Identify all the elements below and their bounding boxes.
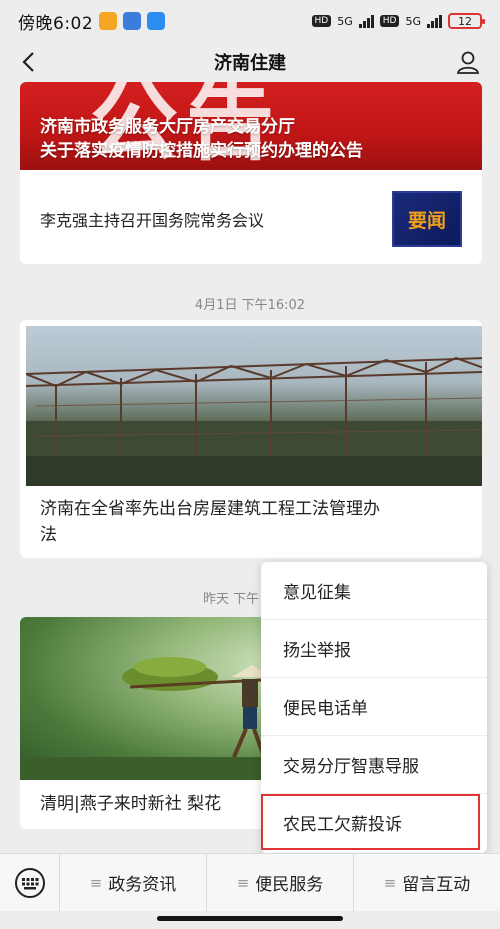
status-bar: 傍晚6:02 HD 5G HD 5G 12: [0, 0, 500, 42]
menu-item-phone-directory[interactable]: 便民电话单: [261, 678, 487, 736]
menu-item-dust-report[interactable]: 扬尘举报: [261, 620, 487, 678]
user-icon[interactable]: [454, 48, 482, 76]
nav-bar: 济南住建: [0, 42, 500, 82]
tab-public-services[interactable]: ≡ 便民服务: [207, 853, 354, 912]
hero-image-announcement: 公告 济南市政务服务大厅房产交易分厅 关于落实疫情防控措施实行预约办理的公告: [20, 82, 482, 172]
menu-lines-icon: ≡: [383, 873, 397, 892]
chevron-left-icon[interactable]: [14, 48, 42, 76]
menu-item-opinion-collection[interactable]: 意见征集: [261, 562, 487, 620]
hero-headline-line1: 济南市政务服务大厅房产交易分厅: [40, 117, 295, 137]
keyboard-icon[interactable]: [0, 853, 60, 912]
hd-badge-2: HD: [379, 15, 400, 27]
article-card-2[interactable]: 济南在全省率先出台房屋建筑工程工法管理办 法: [20, 320, 482, 558]
battery-level: 12: [458, 14, 472, 28]
timestamp: 4月1日 下午16:02: [194, 298, 306, 313]
battery-icon: 12: [448, 13, 485, 29]
news-thumbnail: 要闻: [392, 191, 462, 247]
sub-article-title: 李克强主持召开国务院常务会议: [40, 211, 265, 230]
hero-headline: 济南市政务服务大厅房产交易分厅 关于落实疫情防控措施实行预约办理的公告: [40, 115, 363, 163]
sub-article-row[interactable]: 李克强主持召开国务院常务会议 要闻: [20, 174, 482, 264]
tab-government-news[interactable]: ≡ 政务资讯: [60, 853, 207, 912]
status-time: 傍晚6:02: [18, 13, 94, 34]
menu-lines-icon: ≡: [89, 873, 103, 892]
timestamp-text: 昨天 下午: [203, 592, 260, 607]
article-title: 济南在全省率先出台房屋建筑工程工法管理办 法: [40, 496, 380, 548]
tab-message-interaction[interactable]: ≡ 留言互动: [354, 854, 500, 912]
news-thumbnail-label: 要闻: [407, 209, 446, 232]
article-title-line2: 法: [40, 525, 57, 545]
notification-app-icon-blue-2: [147, 12, 166, 30]
notification-app-icon-blue: [123, 12, 142, 30]
construction-photo: [26, 326, 482, 486]
signal-icon: [358, 14, 374, 28]
network-label: 5G: [337, 14, 353, 28]
network-label-2: 5G: [405, 14, 421, 28]
page-title: 济南住建: [214, 53, 286, 74]
notification-app-icon-orange: [99, 12, 118, 30]
home-indicator[interactable]: [157, 916, 343, 921]
menu-item-wage-complaint[interactable]: 农民工欠薪投诉: [261, 794, 480, 850]
menu-item-smart-guide[interactable]: 交易分厅智惠导服: [261, 736, 487, 794]
article-title-line1: 济南在全省率先出台房屋建筑工程工法管理办: [40, 499, 380, 519]
tab-label: 留言互动: [402, 875, 471, 895]
hero-headline-line2: 关于落实疫情防控措施实行预约办理的公告: [40, 141, 363, 161]
tab-label: 政务资讯: [108, 875, 177, 895]
popup-menu: 意见征集 扬尘举报 便民电话单 交易分厅智惠导服 农民工欠薪投诉: [261, 562, 487, 853]
hd-badge: HD: [311, 15, 332, 27]
menu-lines-icon: ≡: [236, 873, 250, 892]
article-card-1[interactable]: 公告 济南市政务服务大厅房产交易分厅 关于落实疫情防控措施实行预约办理的公告 李…: [20, 82, 482, 264]
tab-label: 便民服务: [255, 875, 324, 895]
article-title: 清明|燕子来时新社 梨花: [40, 794, 222, 814]
bottom-tab-bar: ≡ 政务资讯 ≡ 便民服务 ≡ 留言互动: [0, 853, 500, 912]
signal-icon-2: [427, 14, 442, 28]
